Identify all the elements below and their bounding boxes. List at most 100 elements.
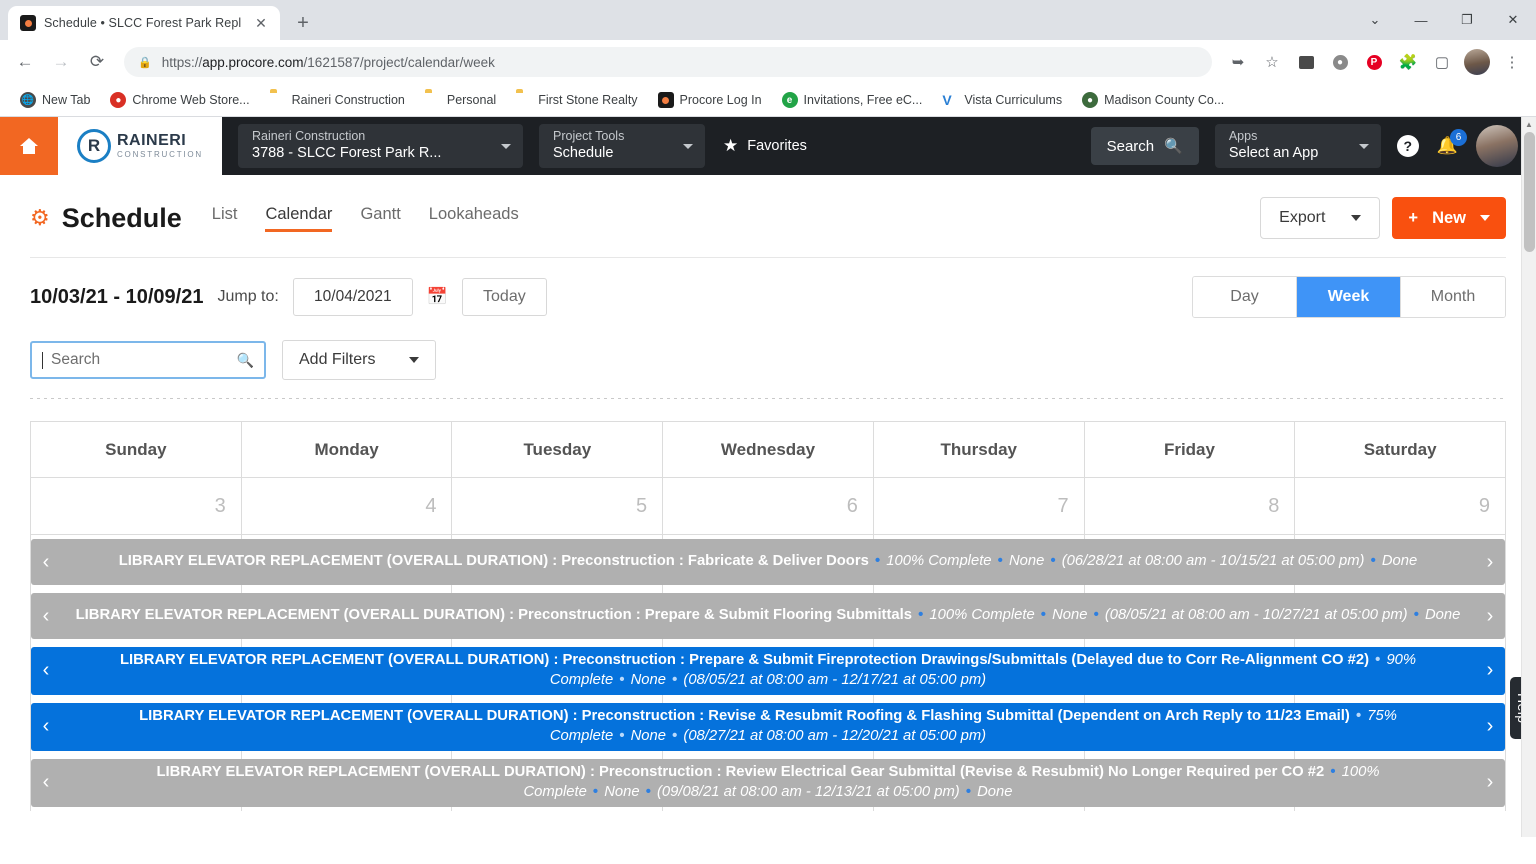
event-dates: (08/05/21 at 08:00 am - 12/17/21 at 05:0… — [683, 671, 987, 688]
view-month-button[interactable]: Month — [1401, 277, 1505, 317]
view-week-button[interactable]: Week — [1297, 277, 1401, 317]
evite-icon: e — [781, 92, 798, 108]
bookmark-procore-log-in[interactable]: Procore Log In — [650, 88, 770, 112]
page-header: ⚙ Schedule List Calendar Gantt Lookahead… — [0, 175, 1536, 239]
bookmark-madison-county[interactable]: ● Madison County Co... — [1074, 88, 1232, 112]
chevron-left-icon[interactable]: ‹ — [31, 593, 61, 639]
calendar-day-headers: Sunday Monday Tuesday Wednesday Thursday… — [31, 422, 1505, 477]
calendar-event-bar[interactable]: ‹ LIBRARY ELEVATOR REPLACEMENT (OVERALL … — [31, 702, 1505, 751]
chevron-right-icon[interactable]: › — [1475, 593, 1505, 639]
new-label: New — [1432, 208, 1466, 227]
minimize-icon[interactable]: — — [1398, 0, 1444, 40]
event-text: LIBRARY ELEVATOR REPLACEMENT (OVERALL DU… — [139, 707, 1397, 744]
event-title: LIBRARY ELEVATOR REPLACEMENT (OVERALL DU… — [156, 763, 1325, 780]
bookmark-personal[interactable]: Personal — [417, 88, 504, 112]
day-number-cell[interactable]: 3 — [31, 478, 242, 534]
close-icon[interactable]: ✕ — [252, 14, 270, 32]
bookmark-invitations[interactable]: e Invitations, Free eC... — [774, 88, 931, 112]
side-panel-icon[interactable]: ▢ — [1427, 47, 1457, 77]
date-input[interactable]: 10/04/2021 — [292, 278, 413, 316]
project-tools-selector[interactable]: Project Tools Schedule — [539, 124, 705, 168]
chevron-right-icon[interactable]: › — [1475, 647, 1505, 695]
user-avatar[interactable] — [1476, 125, 1518, 167]
chevron-left-icon[interactable]: ‹ — [31, 703, 61, 751]
export-label: Export — [1279, 209, 1326, 226]
question-mark-icon[interactable]: ? — [1396, 135, 1419, 157]
day-header-friday: Friday — [1085, 422, 1296, 477]
tools-selector-value: Schedule — [553, 145, 614, 162]
apps-selector[interactable]: Apps Select an App — [1214, 124, 1381, 168]
window-close-icon[interactable]: ✕ — [1490, 0, 1536, 40]
bookmark-label: Vista Curriculums — [964, 93, 1063, 107]
tab-list[interactable]: List — [212, 205, 238, 232]
calendar-event-bar[interactable]: ‹ LIBRARY ELEVATOR REPLACEMENT (OVERALL … — [31, 647, 1505, 695]
new-button[interactable]: + New — [1392, 197, 1506, 239]
day-number-cell[interactable]: 6 — [663, 478, 874, 534]
project-selector[interactable]: Raineri Construction 3788 - SLCC Forest … — [238, 124, 523, 168]
calendar-icon[interactable]: 📅 — [427, 287, 448, 307]
day-number-cell[interactable]: 4 — [242, 478, 453, 534]
browser-tab[interactable]: Schedule • SLCC Forest Park Repl ✕ — [8, 6, 280, 40]
bookmark-new-tab[interactable]: 🌐 New Tab — [12, 88, 98, 112]
share-icon[interactable]: ➥ — [1223, 47, 1253, 77]
extensions-puzzle-icon[interactable]: 🧩 — [1393, 47, 1423, 77]
top-navigation: R RAINERI CONSTRUCTION Raineri Construct… — [0, 117, 1536, 175]
global-search-button[interactable]: Search 🔍 — [1090, 127, 1199, 165]
view-day-button[interactable]: Day — [1193, 277, 1297, 317]
tab-gantt[interactable]: Gantt — [360, 205, 400, 232]
bookmark-vista-curriculums[interactable]: V Vista Curriculums — [934, 88, 1070, 112]
day-number-cell[interactable]: 5 — [452, 478, 664, 534]
chevron-down-icon — [1351, 215, 1362, 221]
address-bar[interactable]: 🔒 https://app.procore.com/1621587/projec… — [124, 47, 1212, 77]
favorites-button[interactable]: ★ Favorites — [723, 136, 807, 156]
event-text: LIBRARY ELEVATOR REPLACEMENT (OVERALL DU… — [118, 553, 1418, 570]
calendar-events-area: ‹ LIBRARY ELEVATOR REPLACEMENT (OVERALL … — [31, 534, 1505, 811]
scrollbar-thumb[interactable] — [1524, 132, 1535, 252]
profile-avatar[interactable] — [1464, 49, 1490, 75]
tab-calendar[interactable]: Calendar — [265, 205, 333, 232]
bookmark-label: Raineri Construction — [291, 93, 405, 107]
extension-cast-icon[interactable] — [1291, 47, 1321, 77]
calendar-day-numbers: 3 4 5 6 7 8 9 — [31, 477, 1505, 534]
bookmark-first-stone-realty[interactable]: First Stone Realty — [508, 88, 645, 112]
tab-lookaheads[interactable]: Lookaheads — [429, 205, 519, 232]
event-row: ‹ LIBRARY ELEVATOR REPLACEMENT (OVERALL … — [31, 643, 1505, 699]
day-header-saturday: Saturday — [1363, 439, 1437, 459]
day-number-cell[interactable]: 8 — [1085, 478, 1296, 534]
search-input[interactable]: Search 🔍 — [30, 341, 266, 379]
forward-icon[interactable]: → — [44, 45, 78, 79]
page-scrollbar[interactable]: ▲ — [1521, 117, 1536, 837]
view-toggle-group: Day Week Month — [1192, 276, 1506, 318]
home-icon[interactable] — [0, 117, 58, 175]
day-number-cell[interactable]: 7 — [874, 478, 1085, 534]
maximize-icon[interactable]: ❐ — [1444, 0, 1490, 40]
chevron-right-icon[interactable]: › — [1475, 539, 1505, 585]
chrome-menu-icon[interactable]: ⋮ — [1497, 47, 1527, 77]
extension-adblock-icon[interactable]: ● — [1325, 47, 1355, 77]
new-tab-button[interactable]: + — [288, 8, 318, 38]
today-button[interactable]: Today — [462, 278, 547, 316]
back-icon[interactable]: ← — [8, 45, 42, 79]
reload-icon[interactable]: ⟳ — [80, 45, 114, 79]
chevron-right-icon[interactable]: › — [1475, 703, 1505, 751]
bookmark-star-icon[interactable]: ☆ — [1257, 47, 1287, 77]
day-number-cell[interactable]: 9 — [1295, 478, 1505, 534]
chevron-left-icon[interactable]: ‹ — [31, 759, 61, 807]
dotted-divider — [30, 398, 1506, 399]
add-filters-button[interactable]: Add Filters — [282, 340, 437, 380]
chevron-right-icon[interactable]: › — [1475, 759, 1505, 807]
chevron-left-icon[interactable]: ‹ — [31, 539, 61, 585]
notifications-button[interactable]: 🔔 6 — [1437, 129, 1467, 156]
export-button[interactable]: Export — [1260, 197, 1381, 239]
calendar-event-bar[interactable]: ‹ LIBRARY ELEVATOR REPLACEMENT (OVERALL … — [31, 593, 1505, 639]
event-percent: 100% Complete — [886, 553, 992, 570]
calendar-event-bar[interactable]: ‹ LIBRARY ELEVATOR REPLACEMENT (OVERALL … — [31, 539, 1505, 585]
calendar-event-bar[interactable]: ‹ LIBRARY ELEVATOR REPLACEMENT (OVERALL … — [31, 758, 1505, 807]
extension-pinterest-icon[interactable]: P — [1359, 47, 1389, 77]
bookmark-raineri-construction[interactable]: Raineri Construction — [262, 88, 413, 112]
raineri-logo[interactable]: R RAINERI CONSTRUCTION — [58, 117, 222, 175]
chevron-down-icon[interactable]: ⌄ — [1352, 0, 1398, 40]
bookmark-chrome-web-store[interactable]: ● Chrome Web Store... — [102, 88, 257, 112]
chevron-left-icon[interactable]: ‹ — [31, 647, 61, 695]
scroll-up-arrow-icon[interactable]: ▲ — [1522, 117, 1536, 132]
